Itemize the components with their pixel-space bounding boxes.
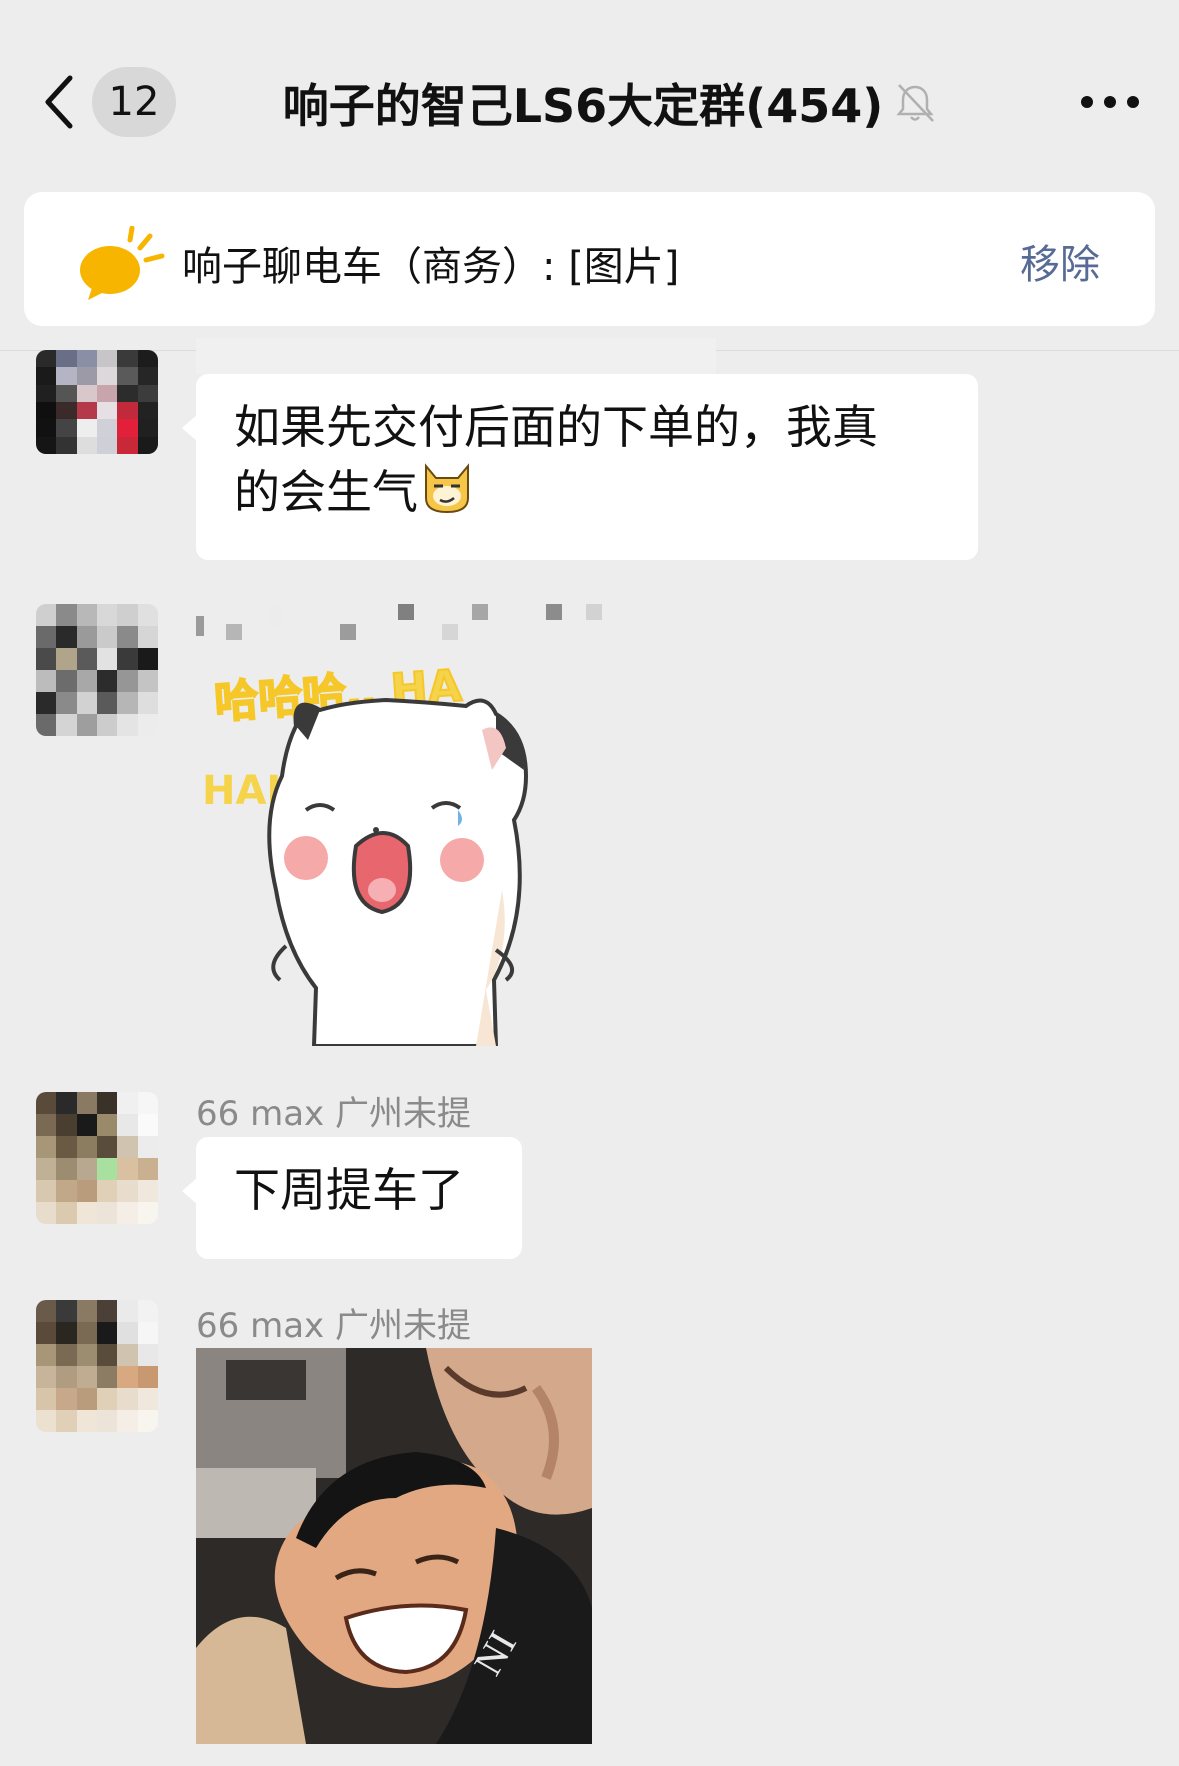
- nav-bar: 12 响子的智己LS6大定群(454): [0, 0, 1179, 190]
- more-options-button[interactable]: [1060, 80, 1160, 124]
- bell-muted-icon: [896, 84, 935, 122]
- avatar[interactable]: [36, 604, 158, 736]
- laughing-people-photo: NI: [196, 1348, 592, 1744]
- notice-text: 响子聊电车（商务）: [图片]: [182, 244, 680, 290]
- sender-name: 66 max 广州未提: [196, 1094, 471, 1134]
- message-line: 如果先交付后面的下单的，我真: [234, 400, 878, 454]
- message-bubble[interactable]: 如果先交付后面的下单的，我真 的会生气: [182, 374, 978, 560]
- announcement-horn-icon: [80, 226, 165, 300]
- cat-smirk-emoji: [425, 463, 469, 514]
- message-bubble[interactable]: 下周提车了: [182, 1137, 522, 1259]
- avatar[interactable]: [36, 350, 158, 454]
- chevron-left-icon: [45, 75, 73, 129]
- avatar[interactable]: [36, 1300, 158, 1432]
- chat-title-area: 响子的智己LS6大定群(454): [230, 70, 990, 136]
- unread-count-badge: 12: [92, 67, 176, 137]
- back-button[interactable]: 12: [40, 66, 190, 138]
- more-dots-icon: [1081, 96, 1139, 108]
- remove-notice-button[interactable]: 移除: [1020, 232, 1100, 290]
- message-line: 下周提车了: [234, 1163, 464, 1217]
- redacted-sender-name: [196, 602, 616, 642]
- chat-title: 响子的智己LS6大定群(454): [282, 79, 884, 133]
- laughing-cat-sticker: [267, 697, 529, 1046]
- message-line-with-emoji: 的会生气: [234, 458, 940, 523]
- image-message[interactable]: NI: [196, 1348, 592, 1744]
- sticker-message[interactable]: 哈哈哈‥ HA HAH: [196, 650, 586, 1046]
- avatar[interactable]: [36, 1092, 158, 1224]
- redacted-sender-name: [196, 338, 716, 374]
- pinned-notice-bar[interactable]: 响子聊电车（商务）: [图片] 移除: [24, 192, 1155, 326]
- sender-name: 66 max 广州未提: [196, 1306, 471, 1346]
- message-line: 的会生气: [234, 465, 418, 519]
